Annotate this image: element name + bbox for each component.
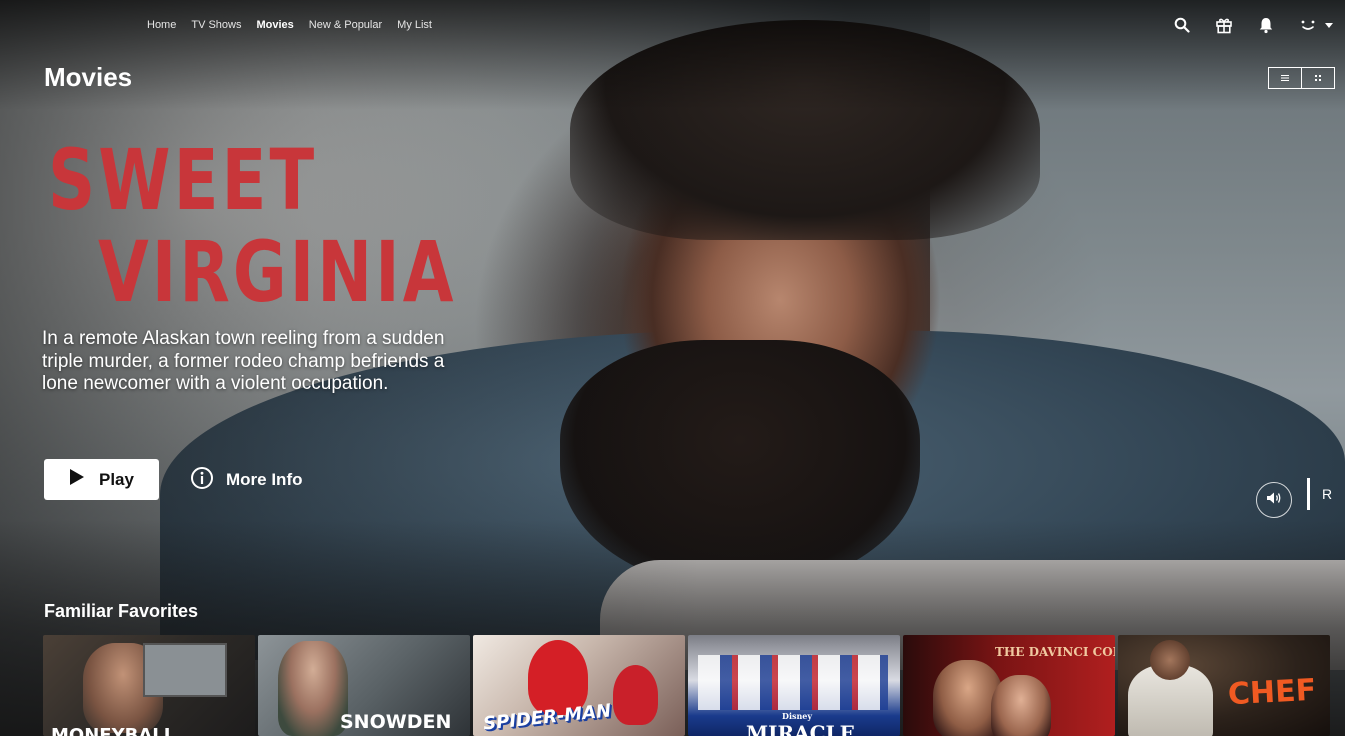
info-icon	[190, 466, 214, 495]
top-nav: Home TV Shows Movies New & Popular My Li…	[0, 0, 1345, 54]
list-icon	[1280, 69, 1290, 87]
nav-new-popular[interactable]: New & Popular	[309, 19, 382, 31]
tile-da-vinci-code[interactable]: THE DAVINCI CODE	[903, 635, 1115, 736]
grid-icon	[1314, 69, 1322, 87]
tile-badge: Disney	[782, 711, 813, 721]
nav-my-list[interactable]: My List	[397, 19, 432, 31]
hero-title-logo: SWEET VIRGINIA	[48, 134, 558, 318]
page-title: Movies	[44, 62, 133, 92]
row-title[interactable]: Familiar Favorites	[44, 601, 198, 622]
hero-title-line1: SWEET	[48, 131, 318, 229]
play-label: Play	[99, 469, 134, 489]
hero-synopsis: In a remote Alaskan town reeling from a …	[42, 328, 445, 394]
tile-moneyball[interactable]: MONEYBALL	[43, 635, 255, 736]
volume-icon	[1266, 491, 1282, 510]
search-icon[interactable]	[1171, 14, 1193, 36]
list-view-button[interactable]	[1269, 68, 1301, 88]
profile-avatar[interactable]	[1297, 14, 1319, 36]
nav-movies[interactable]: Movies	[256, 19, 293, 31]
maturity-rating: R	[1307, 478, 1345, 510]
tile-miracle[interactable]: Disney MIRACLE	[688, 635, 900, 736]
tile-title: THE DAVINCI CODE	[995, 645, 1115, 659]
view-toggle	[1268, 67, 1335, 89]
tile-title: SNOWDEN	[340, 711, 452, 733]
tile-spider-man[interactable]: SPIDER-MAN	[473, 635, 685, 736]
nav-actions	[1171, 14, 1333, 36]
nav-tv-shows[interactable]: TV Shows	[191, 19, 241, 31]
nav-links: Home TV Shows Movies New & Popular My Li…	[147, 19, 432, 31]
tile-snowden[interactable]: SNOWDEN	[258, 635, 470, 736]
bell-icon[interactable]	[1255, 14, 1277, 36]
play-icon	[69, 468, 85, 491]
tile-chef[interactable]: CHEF	[1118, 635, 1330, 736]
gift-icon[interactable]	[1213, 14, 1235, 36]
hero-title-line2: VIRGINIA	[98, 223, 457, 321]
more-info-label: More Info	[226, 470, 303, 489]
more-info-button[interactable]: More Info	[190, 466, 303, 494]
caret-down-icon[interactable]	[1325, 16, 1333, 34]
nav-home[interactable]: Home	[147, 19, 176, 31]
grid-view-button[interactable]	[1301, 68, 1334, 88]
tile-title: MONEYBALL	[51, 725, 176, 736]
movie-row: MONEYBALL SNOWDEN SPIDER-MAN Disney MIRA…	[43, 635, 1330, 736]
tile-title: CHEF	[1227, 672, 1317, 713]
play-button[interactable]: Play	[44, 459, 159, 500]
volume-button[interactable]	[1256, 482, 1292, 518]
tile-title: MIRACLE	[746, 721, 855, 736]
